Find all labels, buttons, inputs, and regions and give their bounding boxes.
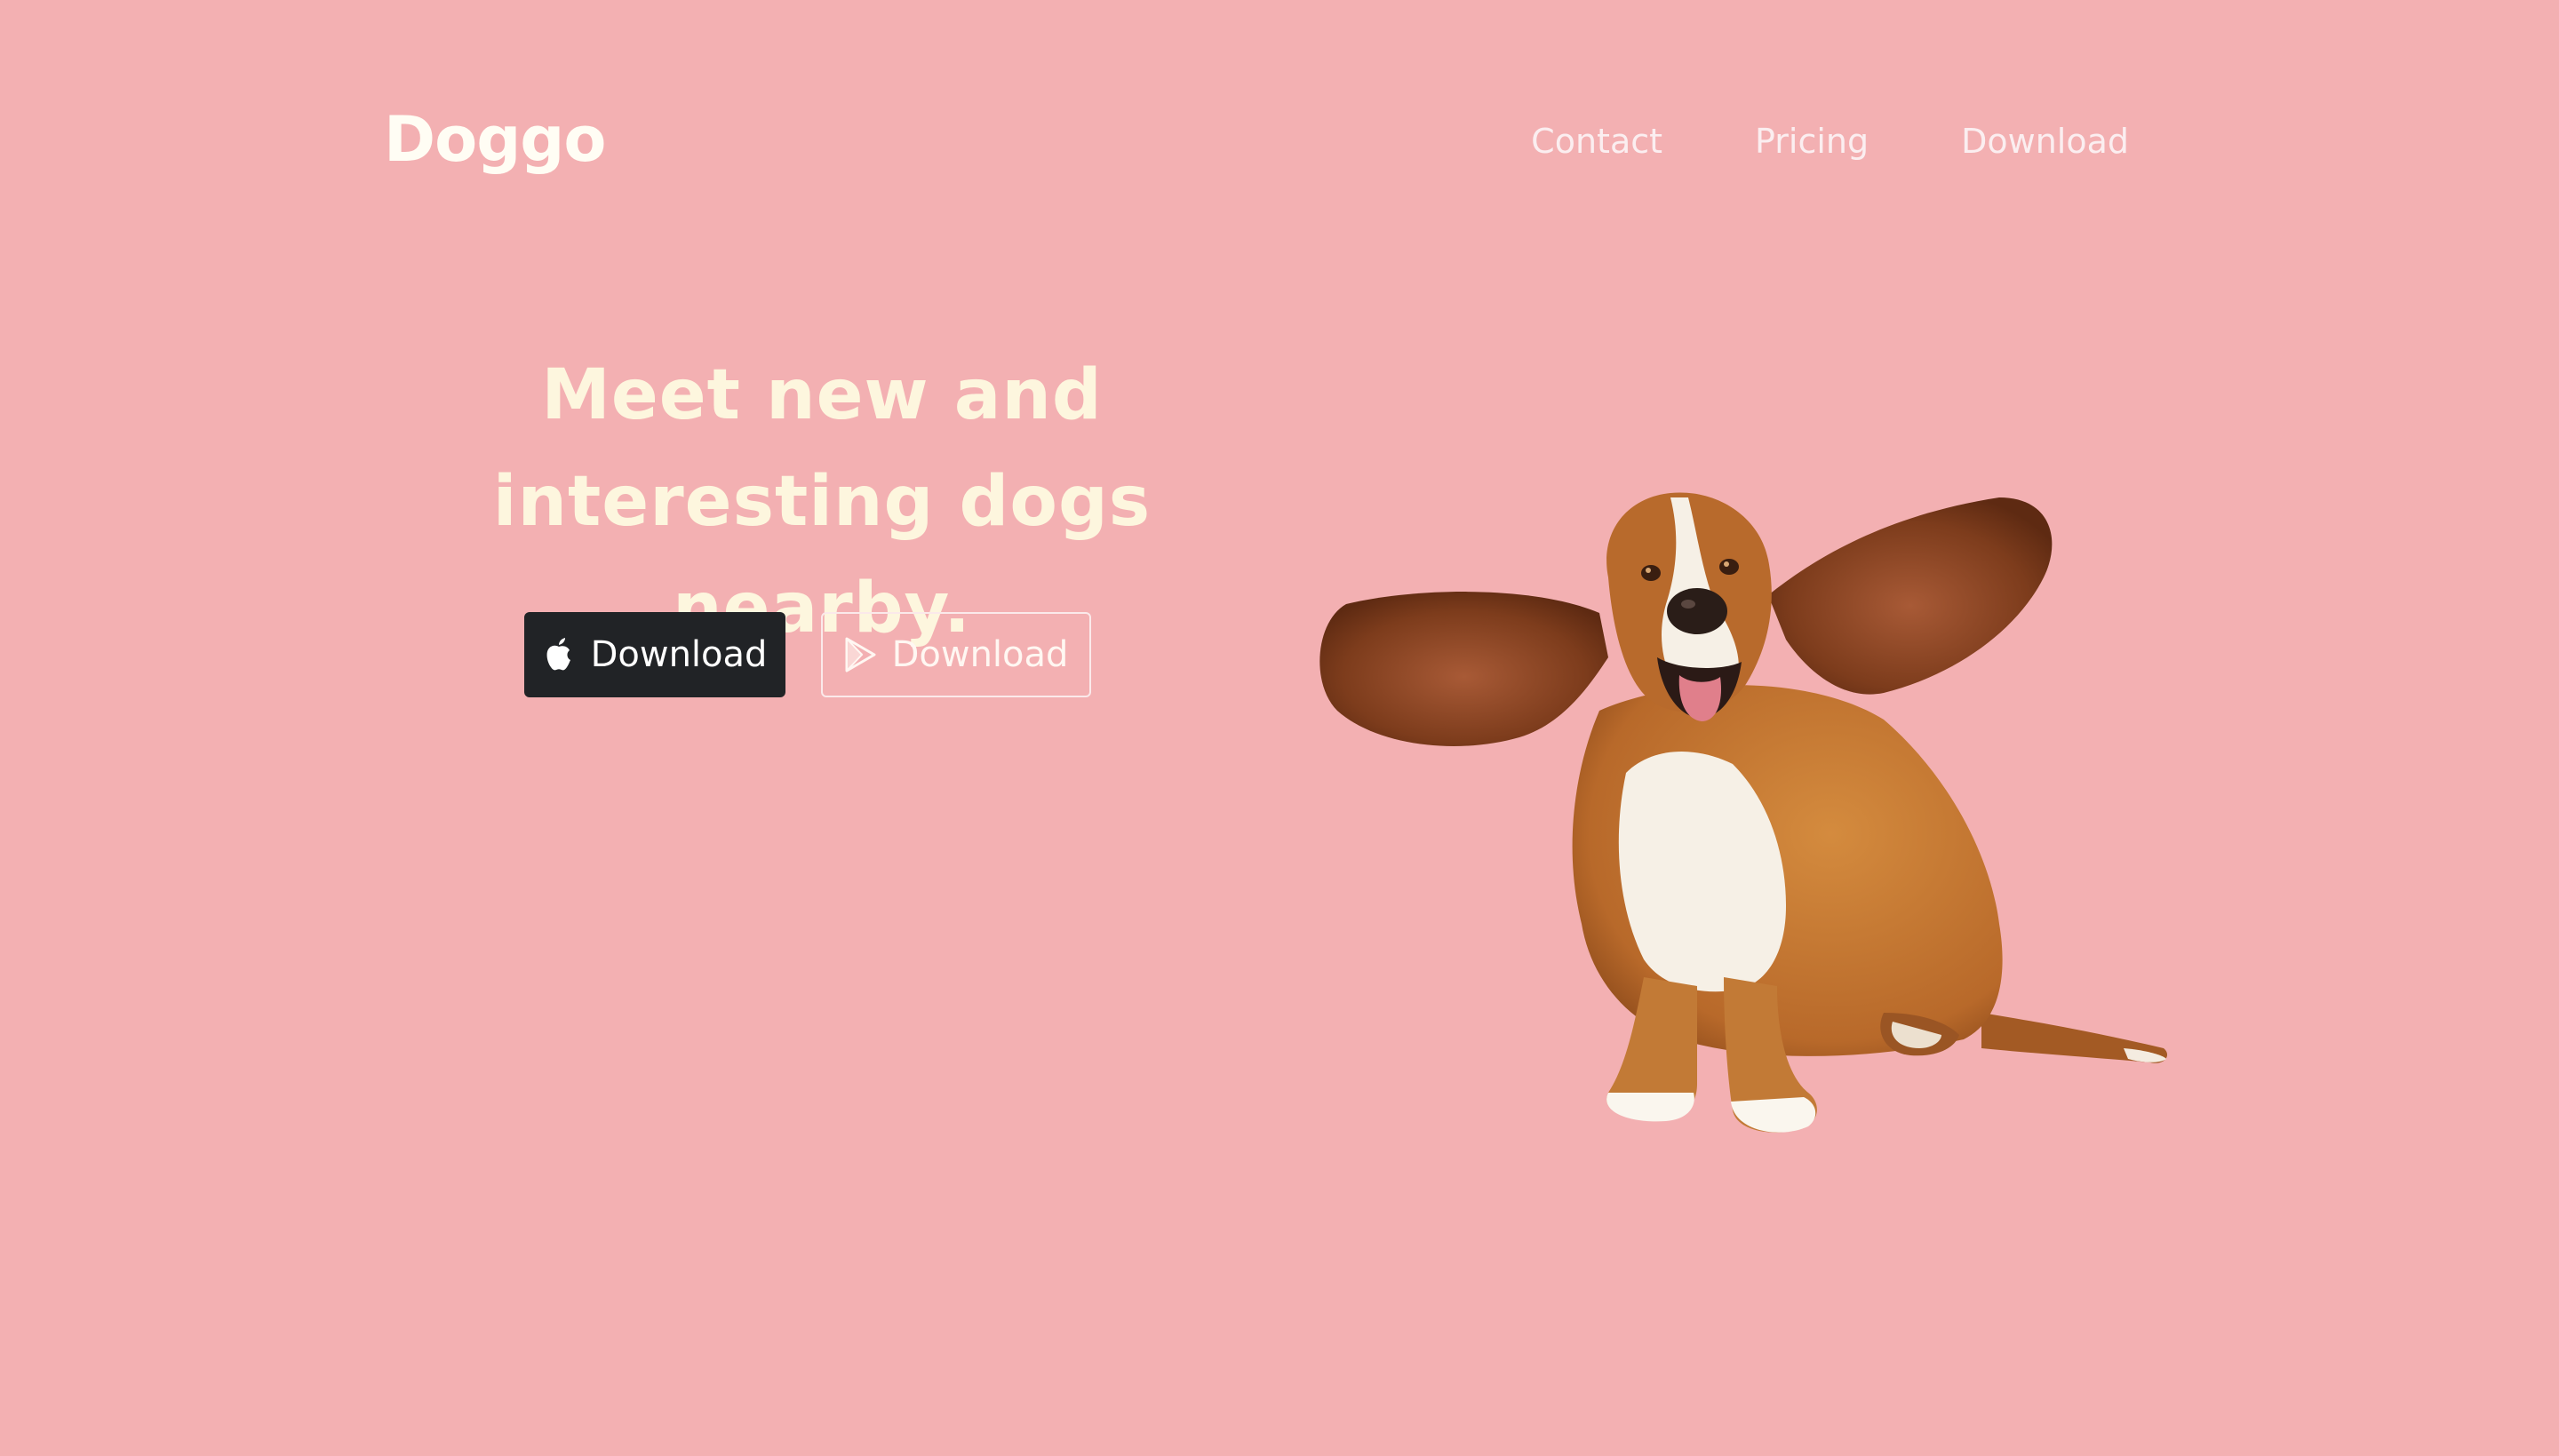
dog-image xyxy=(1319,492,2168,1133)
apple-icon xyxy=(543,637,575,672)
google-play-icon xyxy=(844,637,876,672)
landing-page: Doggo Contact Pricing Download Meet new … xyxy=(0,0,2559,1456)
nav-link-contact[interactable]: Contact xyxy=(1531,124,1662,158)
main-nav: Contact Pricing Download xyxy=(1531,124,2129,158)
apple-download-label: Download xyxy=(590,634,768,675)
nav-link-pricing[interactable]: Pricing xyxy=(1755,124,1869,158)
nav-link-download[interactable]: Download xyxy=(1961,124,2129,158)
play-download-label: Download xyxy=(891,634,1069,675)
apple-download-button[interactable]: Download xyxy=(524,612,785,697)
brand-logo[interactable]: Doggo xyxy=(384,108,607,171)
play-download-button[interactable]: Download xyxy=(821,612,1091,697)
